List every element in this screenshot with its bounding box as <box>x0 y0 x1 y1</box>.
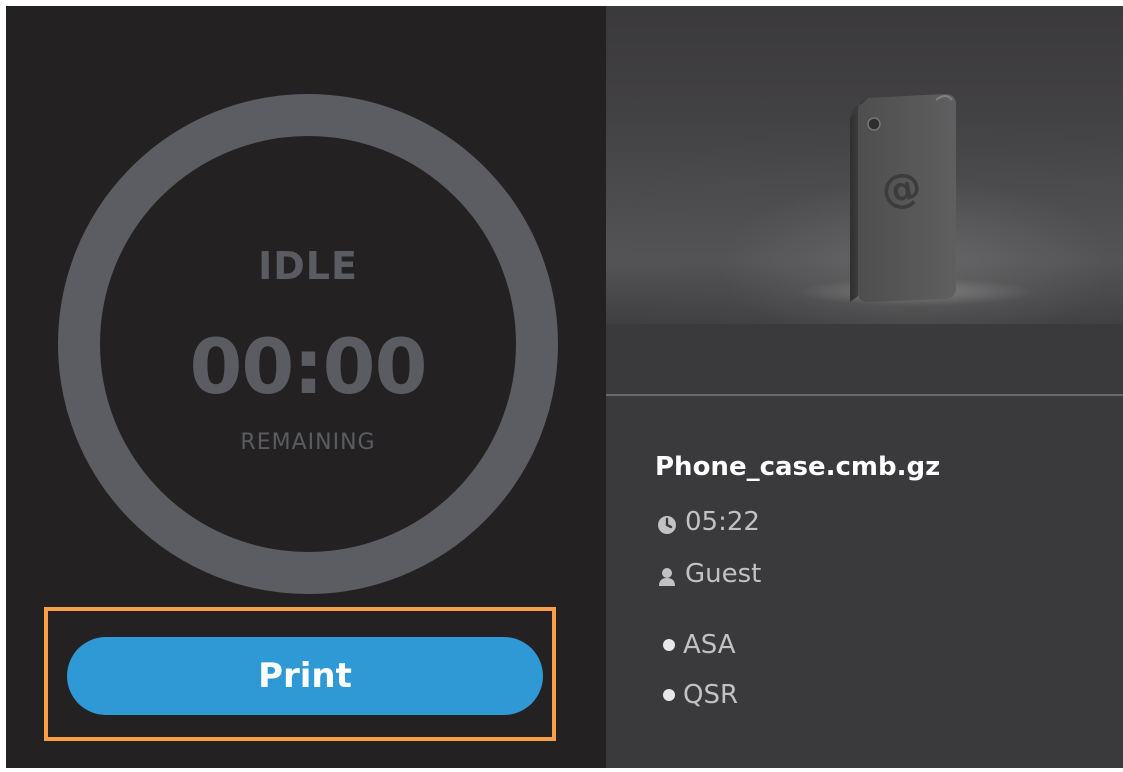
svg-text:@: @ <box>878 163 925 215</box>
print-duration-row: 05:22 <box>657 505 760 539</box>
material-label: QSR <box>683 680 739 710</box>
material-label: ASA <box>683 630 736 660</box>
user-icon <box>657 564 677 586</box>
material-bullet <box>663 639 675 651</box>
phone-case-model-icon: @ <box>796 94 1036 306</box>
print-button[interactable]: Print <box>67 637 543 715</box>
owner-row: Guest <box>657 557 761 591</box>
progress-readout: IDLE 00:00 REMAINING <box>58 94 558 594</box>
printer-status: IDLE <box>258 244 358 288</box>
clock-icon <box>657 512 677 534</box>
material-bullet <box>663 689 675 701</box>
file-name: Phone_case.cmb.gz <box>655 452 941 482</box>
printer-status-screen: IDLE 00:00 REMAINING Print @ Phone_case.… <box>0 0 1123 772</box>
print-duration: 05:22 <box>685 507 760 537</box>
owner-name: Guest <box>685 559 762 589</box>
panel-divider <box>606 394 1123 396</box>
model-preview: @ <box>606 6 1123 324</box>
time-remaining-caption: REMAINING <box>240 430 376 455</box>
material-item: ASA <box>663 630 736 660</box>
material-item: QSR <box>663 680 738 710</box>
time-remaining: 00:00 <box>189 322 428 411</box>
